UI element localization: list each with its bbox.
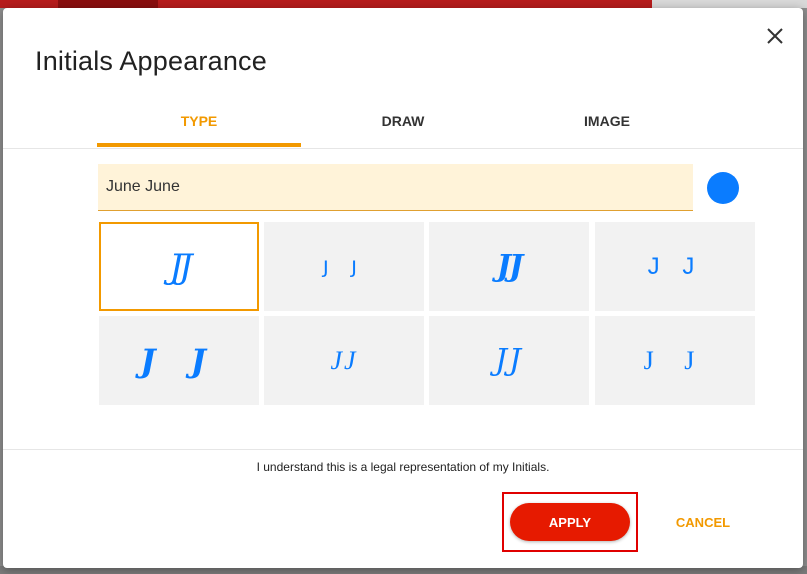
style-preview: J J: [643, 345, 707, 375]
tab-label: DRAW: [381, 113, 425, 129]
initials-appearance-dialog: Initials Appearance TYPE DRAW IMAGE JJ J…: [3, 8, 803, 568]
initials-name-input[interactable]: [98, 164, 693, 211]
legal-disclaimer: I understand this is a legal representat…: [256, 460, 550, 474]
apply-button[interactable]: APPLY: [510, 503, 630, 541]
background-search-pill: [652, 0, 807, 8]
style-preview: JJ: [494, 343, 524, 378]
background-tab: [58, 0, 158, 8]
style-option-7[interactable]: JJ: [429, 316, 589, 405]
style-preview: J J: [322, 255, 366, 278]
style-preview: JJ: [496, 249, 523, 284]
style-option-5[interactable]: J J: [99, 316, 259, 405]
style-option-2[interactable]: J J: [264, 222, 424, 311]
tab-bar: TYPE DRAW IMAGE: [97, 106, 709, 148]
dialog-title: Initials Appearance: [35, 46, 267, 76]
tab-label: TYPE: [180, 113, 218, 129]
cancel-button[interactable]: CANCEL: [663, 503, 743, 541]
tab-label: IMAGE: [584, 113, 630, 129]
style-option-8[interactable]: J J: [595, 316, 755, 405]
style-preview: JJ: [169, 246, 192, 287]
style-preview: JJ: [330, 345, 358, 375]
style-preview: J J: [140, 341, 218, 380]
tabs-divider: [3, 148, 803, 149]
color-picker-button[interactable]: [707, 172, 739, 204]
footer-divider: [3, 449, 803, 450]
style-preview: J J: [647, 252, 703, 280]
tab-image[interactable]: IMAGE: [505, 106, 709, 148]
tab-type[interactable]: TYPE: [97, 106, 301, 148]
tab-draw[interactable]: DRAW: [301, 106, 505, 148]
style-option-1[interactable]: JJ: [99, 222, 259, 311]
close-icon[interactable]: [765, 26, 785, 46]
style-option-4[interactable]: J J: [595, 222, 755, 311]
active-tab-indicator: [97, 143, 301, 147]
style-option-6[interactable]: JJ: [264, 316, 424, 405]
style-option-3[interactable]: JJ: [429, 222, 589, 311]
